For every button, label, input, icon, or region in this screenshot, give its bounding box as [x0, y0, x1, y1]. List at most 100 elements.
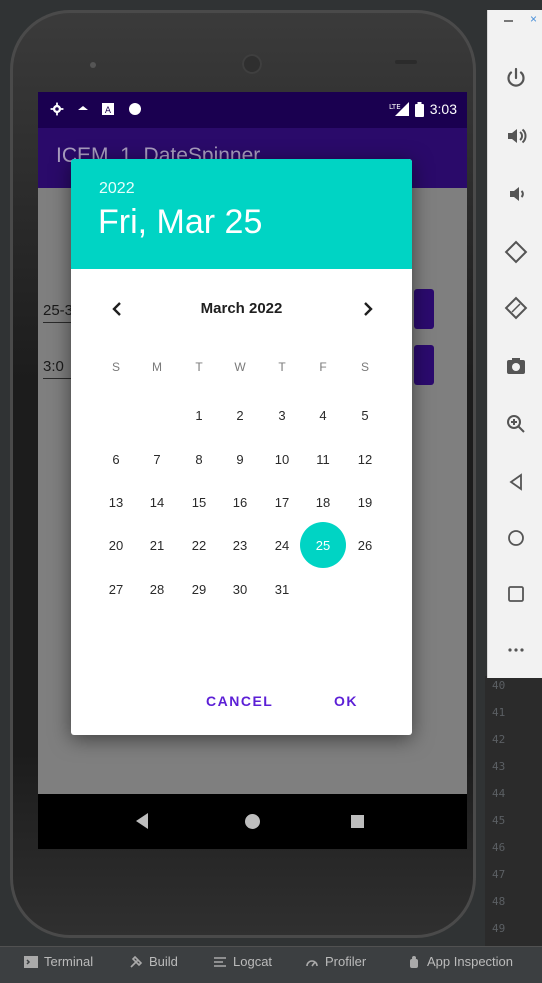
- emulator-side-panel: ×: [487, 10, 542, 678]
- app-inspection-tab[interactable]: App Inspection: [407, 954, 513, 969]
- terminal-icon: [24, 955, 38, 968]
- calendar-day[interactable]: 6: [96, 439, 136, 479]
- build-tab[interactable]: Build: [129, 954, 178, 969]
- calendar-day[interactable]: 15: [179, 482, 219, 522]
- date-picker-button[interactable]: [414, 289, 434, 329]
- calendar-day[interactable]: 16: [220, 482, 260, 522]
- calendar-day[interactable]: 1: [179, 395, 219, 435]
- terminal-tab[interactable]: Terminal: [24, 954, 93, 969]
- overview-button[interactable]: [496, 574, 536, 614]
- calendar-day[interactable]: 14: [137, 482, 177, 522]
- calendar-day[interactable]: 18: [303, 482, 343, 522]
- calendar-day[interactable]: 24: [262, 525, 302, 565]
- calendar-day[interactable]: 29: [179, 569, 219, 609]
- calendar-day[interactable]: 3: [262, 395, 302, 435]
- gutter-line-number: 40: [492, 679, 506, 692]
- nav-back-icon[interactable]: [136, 813, 148, 829]
- date-picker-header: 2022 Fri, Mar 25: [71, 159, 412, 269]
- calendar-day[interactable]: 20: [96, 525, 136, 565]
- back-icon: [509, 473, 522, 491]
- power-button[interactable]: [496, 58, 536, 98]
- calendar-day[interactable]: 9: [220, 439, 260, 479]
- gutter-line-number: 47: [492, 868, 506, 881]
- weekday-header-row: SMTWTFS: [71, 347, 412, 377]
- home-button[interactable]: [496, 518, 536, 558]
- calendar-day-selected[interactable]: 25: [300, 522, 346, 568]
- time-picker-button[interactable]: [414, 345, 434, 385]
- nav-recent-icon[interactable]: [351, 815, 364, 828]
- calendar-week-row: 27 28 29 30 31: [71, 569, 412, 599]
- gutter-line-number: 48: [492, 895, 506, 908]
- gutter-line-number: 42: [492, 733, 506, 746]
- status-time: 3:03: [429, 101, 457, 117]
- hammer-icon: [130, 955, 143, 968]
- minimize-icon[interactable]: [504, 20, 513, 22]
- calendar-day[interactable]: 22: [179, 525, 219, 565]
- phone-sensor: [395, 60, 417, 64]
- gutter-line-number: 49: [492, 922, 506, 935]
- calendar-day[interactable]: 13: [96, 482, 136, 522]
- screenshot-button[interactable]: [496, 346, 536, 386]
- cancel-button[interactable]: CANCEL: [206, 693, 273, 709]
- dialog-actions: CANCEL OK: [71, 687, 412, 717]
- logcat-icon: [214, 956, 226, 967]
- calendar-day[interactable]: 7: [137, 439, 177, 479]
- calendar-day[interactable]: 26: [345, 525, 385, 565]
- header-selected-date[interactable]: Fri, Mar 25: [98, 203, 262, 242]
- calendar-day[interactable]: 12: [345, 439, 385, 479]
- calendar-day[interactable]: 4: [303, 395, 343, 435]
- volume-up-icon: [508, 128, 527, 144]
- calendar-day[interactable]: 8: [179, 439, 219, 479]
- calendar-day[interactable]: 23: [220, 525, 260, 565]
- home-icon: [508, 530, 524, 546]
- weekday-label: S: [360, 360, 369, 374]
- status-icons-right: LTE 3:03: [389, 101, 457, 117]
- nav-home-icon[interactable]: [245, 814, 260, 829]
- logcat-tab[interactable]: Logcat: [213, 954, 272, 969]
- status-bar: A LTE 3:03: [38, 92, 467, 128]
- back-button[interactable]: [496, 462, 536, 502]
- profiler-icon: [306, 959, 318, 966]
- profiler-tab[interactable]: Profiler: [305, 954, 366, 969]
- volume-down-button[interactable]: [496, 174, 536, 214]
- calendar-day[interactable]: 30: [220, 569, 260, 609]
- more-button[interactable]: [496, 630, 536, 670]
- settings-icon: [50, 102, 64, 116]
- calendar-day[interactable]: 28: [137, 569, 177, 609]
- rotate-right-button[interactable]: [496, 288, 536, 328]
- rotate-left-button[interactable]: [496, 232, 536, 272]
- calendar-day[interactable]: 17: [262, 482, 302, 522]
- build-label: Build: [149, 954, 178, 969]
- svg-text:A: A: [105, 106, 112, 115]
- more-icon: [508, 648, 524, 652]
- close-icon[interactable]: ×: [530, 12, 537, 26]
- calendar-day[interactable]: 19: [345, 482, 385, 522]
- android-nav-bar: [38, 794, 467, 849]
- zoom-button[interactable]: [496, 404, 536, 444]
- gutter-line-number: 44: [492, 787, 506, 800]
- calendar-day[interactable]: 2: [220, 395, 260, 435]
- calendar-day[interactable]: 27: [96, 569, 136, 609]
- calendar-day[interactable]: 5: [345, 395, 385, 435]
- header-year[interactable]: 2022: [99, 180, 135, 198]
- logcat-label: Logcat: [233, 954, 273, 969]
- calendar-day[interactable]: 31: [262, 569, 302, 609]
- terminal-label: Terminal: [44, 954, 94, 969]
- calendar-day[interactable]: 21: [137, 525, 177, 565]
- signal-icon: LTE: [389, 102, 409, 116]
- calendar-day[interactable]: 11: [303, 439, 343, 479]
- circle-status-icon: [129, 103, 141, 115]
- volume-up-button[interactable]: [496, 116, 536, 156]
- zoom-icon: [507, 415, 525, 433]
- side-panel-title-bar: ×: [488, 10, 542, 40]
- app-inspection-icon: [410, 955, 418, 968]
- battery-icon: [414, 101, 424, 117]
- ok-button[interactable]: OK: [334, 693, 358, 709]
- chevron-right-icon[interactable]: [356, 297, 380, 321]
- gutter-line-number: 41: [492, 706, 506, 719]
- calendar-day[interactable]: 10: [262, 439, 302, 479]
- calendar-week-row: 12345: [71, 395, 412, 425]
- phone-speaker: [242, 54, 262, 74]
- calendar-week-row: 6 7 8 9 10 11 12: [71, 439, 412, 469]
- svg-text:LTE: LTE: [389, 103, 401, 111]
